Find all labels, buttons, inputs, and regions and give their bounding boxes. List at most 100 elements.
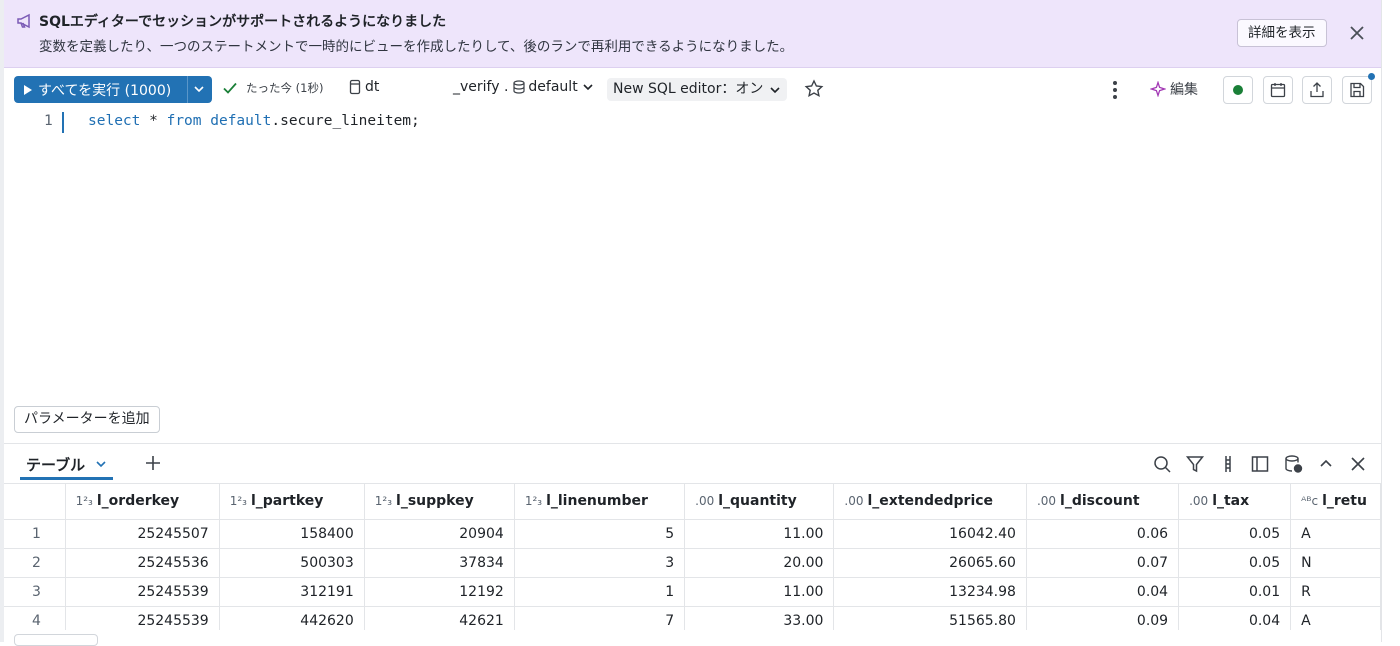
column-settings-icon[interactable]: [1218, 454, 1238, 474]
type-badge: ᴬᴮc: [1301, 494, 1319, 509]
table-cell[interactable]: 20904: [364, 519, 515, 549]
banner-title: SQLエディターでセッションがサポートされるようになりました: [39, 14, 447, 30]
row-index: 4: [4, 606, 66, 630]
type-badge: .00: [1036, 494, 1057, 509]
column-header[interactable]: 1²₃ l_orderkey: [65, 484, 220, 520]
type-badge: .00: [1189, 494, 1209, 509]
table-cell[interactable]: 0.09: [1026, 606, 1180, 630]
catalog-icon: [349, 79, 361, 95]
table-cell[interactable]: 0.05: [1178, 519, 1292, 549]
column-header[interactable]: 1²₃ l_partkey: [219, 484, 365, 520]
table-cell[interactable]: 3: [514, 548, 686, 578]
table-cell[interactable]: 51565.80: [833, 606, 1027, 630]
editor-toolbar: すべてを実行 (1000) たった今 (1秒) dt _verify . def…: [4, 68, 1381, 112]
database-icon: [513, 80, 526, 94]
sql-editor[interactable]: 1 select * from default.secure_lineitem;: [4, 112, 1381, 402]
table-cell[interactable]: 11.00: [684, 577, 835, 607]
table-row[interactable]: 1 25245507 158400 20904 5 11.00 16042.40 0.06 0.…: [4, 519, 1381, 549]
table-cell[interactable]: 25245539: [65, 577, 220, 607]
connected-dot-icon: [1233, 85, 1243, 95]
ai-edit-button[interactable]: 編集: [1150, 79, 1198, 99]
table-cell[interactable]: A: [1290, 606, 1381, 630]
table-cell[interactable]: 25245507: [65, 519, 220, 549]
connect-status-button[interactable]: [1223, 76, 1253, 104]
table-cell[interactable]: 0.05: [1178, 548, 1292, 578]
filter-icon[interactable]: [1185, 454, 1205, 474]
add-visualization-icon[interactable]: [142, 452, 164, 474]
table-cell[interactable]: 12192: [364, 577, 515, 607]
table-cell[interactable]: 26065.60: [833, 548, 1027, 578]
schema-selector[interactable]: _verify . default: [453, 79, 594, 95]
run-button-divider: [187, 76, 188, 103]
database-refresh-icon[interactable]: [1283, 454, 1303, 474]
table-cell[interactable]: 11.00: [684, 519, 835, 549]
run-all-button[interactable]: すべてを実行 (1000): [14, 76, 212, 103]
column-header[interactable]: .00 l_tax: [1178, 484, 1292, 520]
table-cell[interactable]: 13234.98: [833, 577, 1027, 607]
horizontal-scrollbar[interactable]: [14, 634, 98, 646]
table-cell[interactable]: 0.07: [1026, 548, 1180, 578]
table-cell[interactable]: 25245536: [65, 548, 220, 578]
table-cell[interactable]: 312191: [219, 577, 365, 607]
table-cell[interactable]: 0.06: [1026, 519, 1180, 549]
table-cell[interactable]: 500303: [219, 548, 365, 578]
column-header[interactable]: .00 l_quantity: [684, 484, 835, 520]
column-header[interactable]: ᴬᴮc l_retu: [1290, 484, 1381, 520]
column-header[interactable]: 1²₃ l_linenumber: [514, 484, 686, 520]
table-cell[interactable]: 0.01: [1178, 577, 1292, 607]
table-cell[interactable]: 42621: [364, 606, 515, 630]
header-row: 1²₃ l_orderkey 1²₃ l_partkey 1²₃ l_suppkey …: [4, 484, 1381, 520]
table-cell[interactable]: N: [1290, 548, 1381, 578]
new-sql-editor-label: New SQL editor：オン: [613, 81, 764, 97]
table-row[interactable]: 3 25245539 312191 12192 1 11.00 13234.98 0.04 0.…: [4, 577, 1381, 607]
column-name: l_partkey: [250, 493, 324, 510]
close-results-icon[interactable]: [1348, 454, 1368, 474]
schedule-button[interactable]: [1263, 76, 1293, 104]
chevron-down-icon: [770, 86, 780, 93]
star-icon[interactable]: [804, 79, 824, 99]
code-line[interactable]: select * from default.secure_lineitem;: [88, 113, 420, 129]
type-badge: 1²₃: [374, 494, 393, 509]
chevron-down-icon[interactable]: [193, 83, 205, 95]
close-icon[interactable]: [1346, 22, 1368, 44]
sidebar-panel-icon[interactable]: [1250, 454, 1270, 474]
table-cell[interactable]: 37834: [364, 548, 515, 578]
share-button[interactable]: [1302, 76, 1332, 104]
save-button[interactable]: [1342, 73, 1375, 104]
sparkle-icon: [1150, 81, 1166, 97]
chevron-up-icon[interactable]: [1316, 454, 1336, 474]
column-name: l_discount: [1060, 493, 1140, 510]
table-row[interactable]: 4 25245539 442620 42621 7 33.00 51565.80 0.09 0.…: [4, 606, 1381, 630]
type-badge: 1²₃: [524, 494, 543, 509]
table-cell[interactable]: 0.04: [1178, 606, 1292, 630]
table-cell[interactable]: 20.00: [684, 548, 835, 578]
column-header[interactable]: .00 l_extendedprice: [833, 484, 1027, 520]
table-cell[interactable]: 1: [514, 577, 686, 607]
table-cell[interactable]: R: [1290, 577, 1381, 607]
column-header[interactable]: 1²₃ l_suppkey: [364, 484, 515, 520]
show-details-button[interactable]: 詳細を表示: [1237, 19, 1327, 47]
table-cell[interactable]: A: [1290, 519, 1381, 549]
catalog-name: dt: [365, 79, 380, 95]
table-cell[interactable]: 5: [514, 519, 686, 549]
table-cell[interactable]: 16042.40: [833, 519, 1027, 549]
table-row[interactable]: 2 25245536 500303 37834 3 20.00 26065.60 0.07 0.…: [4, 548, 1381, 578]
table-cell[interactable]: 25245539: [65, 606, 220, 630]
search-icon[interactable]: [1152, 454, 1172, 474]
table-cell[interactable]: 0.04: [1026, 577, 1180, 607]
more-options-icon[interactable]: [1107, 79, 1123, 101]
table-cell[interactable]: 7: [514, 606, 686, 630]
new-sql-editor-toggle[interactable]: New SQL editor：オン: [607, 78, 788, 101]
keyword-select: select: [88, 113, 141, 129]
add-parameter-button[interactable]: パラメーターを追加: [14, 406, 160, 433]
column-name: l_linenumber: [546, 493, 648, 510]
catalog-selector[interactable]: dt: [349, 79, 379, 95]
chevron-down-icon[interactable]: [95, 458, 107, 470]
column-header[interactable]: .00 l_discount: [1026, 484, 1180, 520]
code-star: *: [140, 113, 167, 129]
table-cell[interactable]: 442620: [219, 606, 365, 630]
tab-table[interactable]: テーブル: [20, 451, 114, 480]
table-cell[interactable]: 33.00: [684, 606, 835, 630]
table-cell[interactable]: 158400: [219, 519, 365, 549]
row-index: 1: [4, 519, 66, 549]
